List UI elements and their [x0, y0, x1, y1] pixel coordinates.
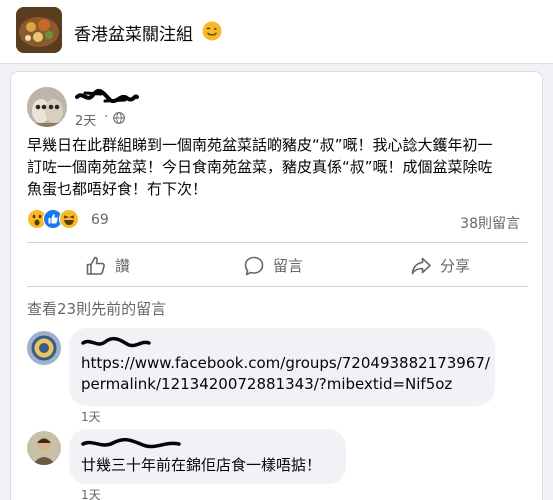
comment-link-line[interactable]: permalink/1213420072881343/?mibextid=Nif…: [81, 374, 452, 395]
comment-icon: [244, 256, 264, 276]
comment-button[interactable]: 留言: [243, 252, 323, 280]
share-icon: [411, 257, 431, 275]
haha-icon: [59, 209, 79, 229]
comment-label: 留言: [273, 257, 304, 275]
group-name[interactable]: 香港盆菜關注組: [74, 20, 193, 45]
reaction-summary[interactable]: 69: [27, 209, 147, 231]
comment-text: 廿幾三十年前在錦佢店食一樣唔掂！: [81, 456, 322, 474]
post-card: 2天 · 早幾日在此群組睇到一個南苑盆菜話啲豬皮“叔”嘅！我心諗大鑊年初一 訂咗…: [10, 71, 543, 500]
redacted-commenter-name: [81, 336, 151, 348]
share-button[interactable]: 分享: [410, 252, 490, 280]
share-label: 分享: [440, 257, 471, 275]
yum-emoji-icon: [202, 21, 222, 41]
thumbs-up-icon: [86, 256, 105, 275]
comment-bubble: https://www.facebook.com/groups/72049388…: [69, 328, 495, 406]
post-text-line: 訂咗一個南苑盆菜！今日食南苑盆菜，豬皮真係“叔”嘅！成個盆菜除咗: [27, 158, 493, 176]
reaction-count: 69: [91, 212, 109, 228]
redacted-author-name: [75, 88, 139, 104]
view-previous-comments-link[interactable]: 查看23則先前的留言: [27, 298, 166, 319]
like-button[interactable]: 讚: [85, 252, 145, 280]
divider: [27, 242, 528, 243]
commenter-avatar[interactable]: [27, 331, 61, 365]
group-header: 香港盆菜關注組: [0, 0, 553, 64]
author-avatar[interactable]: [27, 87, 67, 127]
comment-timestamp[interactable]: 1天: [81, 408, 101, 425]
group-thumbnail[interactable]: [16, 7, 62, 53]
redacted-commenter-name: [81, 437, 181, 449]
comment-timestamp[interactable]: 1天: [81, 486, 101, 500]
divider: [27, 286, 528, 287]
globe-icon: [113, 112, 125, 124]
post-text: 早幾日在此群組睇到一個南苑盆菜話啲豬皮“叔”嘅！我心諗大鑊年初一 訂咗一個南苑盆…: [27, 134, 527, 200]
comment-link-line[interactable]: https://www.facebook.com/groups/72049388…: [81, 353, 490, 374]
like-label: 讚: [115, 257, 131, 275]
comment-count[interactable]: 38則留言: [460, 213, 520, 233]
post-text-line: 早幾日在此群組睇到一個南苑盆菜話啲豬皮“叔”嘅！我心諗大鑊年初一: [27, 136, 493, 154]
post-text-line: 魚蛋乜都唔好食！冇下次！: [27, 180, 208, 198]
time-separator: ·: [104, 110, 109, 125]
post-timestamp[interactable]: 2天: [75, 110, 96, 129]
commenter-avatar[interactable]: [27, 431, 61, 465]
comment-bubble: 廿幾三十年前在錦佢店食一樣唔掂！: [69, 429, 346, 484]
